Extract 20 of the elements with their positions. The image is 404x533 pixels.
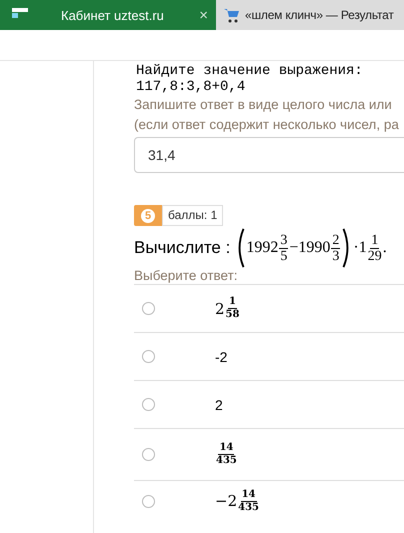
- answer-option: 2: [215, 396, 223, 412]
- answer-field[interactable]: 31,4: [134, 137, 404, 173]
- radio-button[interactable]: [142, 350, 155, 363]
- radio-button[interactable]: [142, 302, 155, 315]
- cart-icon: [224, 7, 240, 23]
- radio-button[interactable]: [142, 398, 155, 411]
- close-icon[interactable]: ×: [199, 6, 208, 24]
- answer-option: -2: [215, 348, 228, 364]
- browser-tab[interactable]: Кабинет uztest.ru ×: [0, 0, 216, 30]
- instruction-text: Запишите ответ в виде целого числа или: [134, 96, 393, 114]
- points-label: баллы: 1: [162, 205, 224, 226]
- task-label: Вычислите :: [134, 238, 230, 258]
- radio-button[interactable]: [142, 494, 155, 508]
- question-number-badge: 5: [134, 205, 162, 226]
- question-text: Найдите значение выражения:: [135, 63, 364, 79]
- choose-label: Выберите ответ:: [134, 268, 239, 284]
- expression-text: 117,8:3,8+0,4: [135, 79, 246, 95]
- radio-button[interactable]: [142, 448, 155, 461]
- answer-option: 14 435: [215, 442, 237, 467]
- note-text: (если ответ содержит несколько чисел, ра: [134, 116, 400, 134]
